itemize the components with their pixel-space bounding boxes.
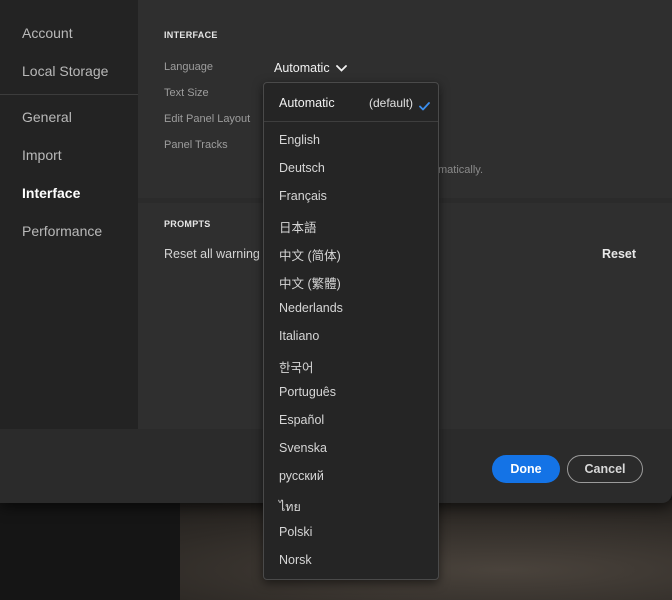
language-option[interactable]: ไทย (279, 497, 301, 517)
chevron-down-icon (335, 64, 347, 72)
language-option[interactable]: 中文 (繁體) (279, 273, 341, 292)
sidebar-item-performance[interactable]: Performance (22, 223, 102, 239)
language-option[interactable]: Português (279, 385, 336, 399)
language-option[interactable]: Français (279, 189, 327, 203)
language-select[interactable]: Automatic (274, 59, 347, 77)
reset-button[interactable]: Reset (602, 247, 636, 261)
language-select-value: Automatic (274, 61, 330, 75)
edit-panel-layout-label: Edit Panel Layout (164, 113, 251, 125)
prompts-heading: PROMPTS (164, 219, 211, 229)
language-option[interactable]: 日本語 (279, 217, 317, 236)
done-button[interactable]: Done (492, 455, 560, 483)
language-option[interactable]: 中文 (简体) (279, 245, 341, 264)
preferences-sidebar: Account Local Storage General Import Int… (0, 0, 138, 429)
checkmark-icon (419, 98, 430, 116)
language-dropdown-menu: Automatic (default) English Deutsch Fran… (263, 82, 439, 580)
reset-warnings-label: Reset all warning (164, 247, 260, 261)
panel-tracks-hint: matically. (438, 164, 484, 176)
language-option[interactable]: Norsk (279, 553, 312, 567)
language-option[interactable]: Español (279, 413, 324, 427)
language-option[interactable]: Svenska (279, 441, 327, 455)
text-size-label: Text Size (164, 87, 209, 99)
language-option[interactable]: English (279, 133, 320, 147)
option-default-tag: (default) (369, 96, 414, 110)
sidebar-item-account[interactable]: Account (22, 25, 73, 41)
dropdown-divider (264, 121, 438, 122)
background-shadow (0, 500, 180, 600)
language-label: Language (164, 61, 213, 73)
interface-heading: INTERFACE (164, 30, 218, 40)
language-option[interactable]: Nederlands (279, 301, 343, 315)
language-option-automatic[interactable]: Automatic (default) (264, 89, 438, 117)
sidebar-divider (0, 94, 138, 95)
language-option[interactable]: Polski (279, 525, 312, 539)
panel-tracks-label: Panel Tracks (164, 139, 228, 151)
language-option[interactable]: Italiano (279, 329, 319, 343)
language-option[interactable]: Deutsch (279, 161, 325, 175)
language-option[interactable]: русский (279, 469, 324, 483)
sidebar-item-general[interactable]: General (22, 109, 72, 125)
sidebar-item-local-storage[interactable]: Local Storage (22, 63, 108, 79)
sidebar-item-interface[interactable]: Interface (22, 185, 80, 201)
cancel-button[interactable]: Cancel (567, 455, 643, 483)
language-option[interactable]: 한국어 (279, 357, 314, 376)
option-label: Automatic (279, 96, 335, 110)
sidebar-item-import[interactable]: Import (22, 147, 62, 163)
